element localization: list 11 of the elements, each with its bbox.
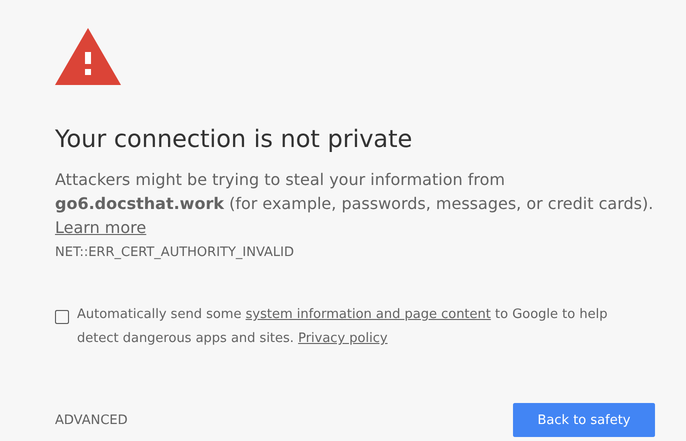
back-to-safety-button[interactable]: Back to safety [513,403,655,437]
advanced-button[interactable]: ADVANCED [55,412,128,428]
warning-message: Attackers might be trying to steal your information from go6.docsthat.work (for example, passwords, messages, or credit cards). Learn more [55,169,654,239]
page-heading: Your connection is not private [55,124,414,154]
report-checkbox[interactable] [55,310,69,324]
warning-icon [55,28,121,85]
learn-more-link[interactable]: Learn more [55,218,146,237]
consent-link[interactable]: system information and page content [246,307,491,322]
consent-link[interactable]: Privacy policy [298,331,388,346]
error-code: NET::ERR_CERT_AUTHORITY_INVALID [55,245,296,261]
report-consent-text: Automatically send some system information and page content to Google to help detect dangerous apps and sites. Privacy policy [77,306,608,348]
